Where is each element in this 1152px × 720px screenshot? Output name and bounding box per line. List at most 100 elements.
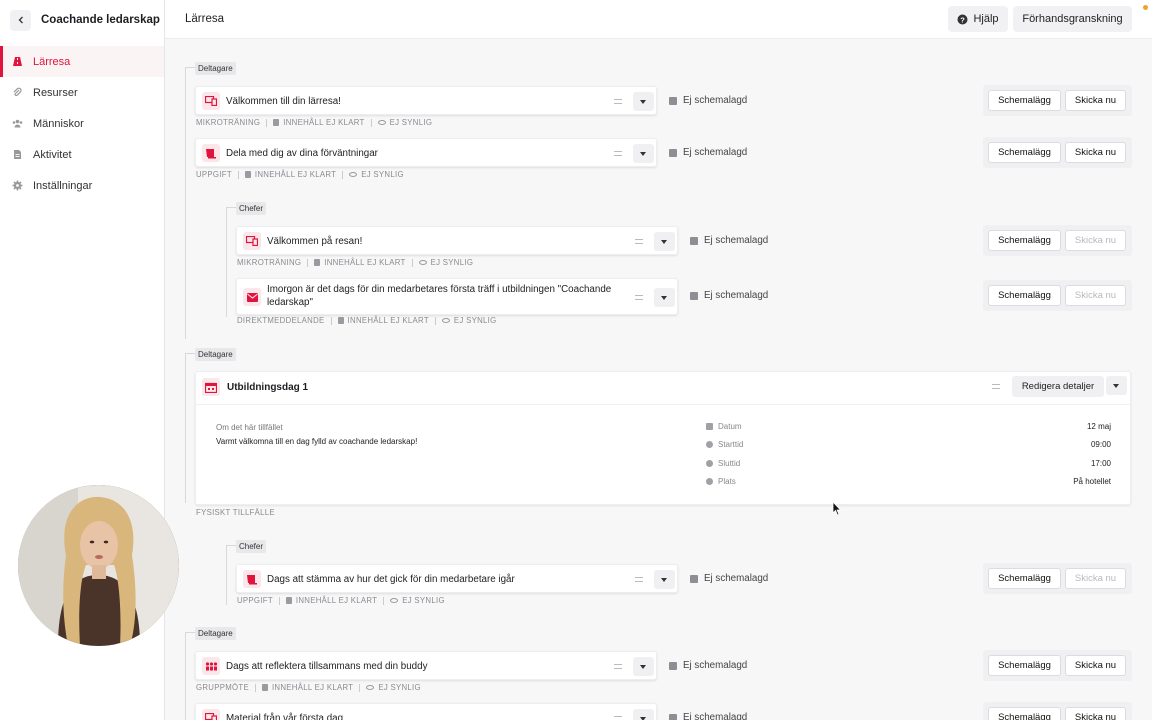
calendar-icon xyxy=(669,148,677,157)
clock-icon xyxy=(706,441,713,448)
item-title: Dags att stämma av hur det gick för din … xyxy=(267,574,515,585)
connector-line xyxy=(185,353,186,503)
connector-line xyxy=(185,67,186,339)
journey-item-card[interactable]: Dags att stämma av hur det gick för din … xyxy=(236,564,678,593)
schedule-button[interactable]: Schemalägg xyxy=(988,655,1061,676)
connector-line xyxy=(185,353,195,354)
journey-item-card[interactable]: Välkommen på resan! xyxy=(236,226,678,255)
help-button[interactable]: ? Hjälp xyxy=(948,6,1008,32)
journey-item-card[interactable]: Välkommen till din lärresa! xyxy=(195,86,657,115)
sidebar-header: Coachande ledarskap xyxy=(0,0,164,40)
sidebar-item-label: Aktivitet xyxy=(33,148,72,161)
send-now-button[interactable]: Skicka nu xyxy=(1065,707,1126,720)
notification-dot xyxy=(1143,5,1148,10)
microtraining-icon xyxy=(202,709,220,720)
calendar-icon xyxy=(690,236,698,245)
event-title: Utbildningsdag 1 xyxy=(227,382,309,393)
schedule-status: Ej schemalagd xyxy=(690,573,768,584)
drag-handle-icon[interactable] xyxy=(614,99,622,104)
calendar-icon xyxy=(690,574,698,583)
sidebar-item-aktivitet[interactable]: Aktivitet xyxy=(0,139,164,170)
expand-dropdown-button[interactable] xyxy=(654,288,675,307)
send-now-button[interactable]: Skicka nu xyxy=(1065,90,1126,111)
drag-handle-icon[interactable] xyxy=(614,664,622,669)
item-actions: Schemalägg Skicka nu xyxy=(983,650,1132,681)
journey-canvas: Deltagare Chefer Deltagare Chefer Deltag… xyxy=(165,39,1152,720)
clipboard-icon xyxy=(261,684,268,691)
drag-handle-icon[interactable] xyxy=(992,384,1000,389)
about-text: Varmt välkomna till en dag fylld av coac… xyxy=(216,437,418,446)
event-card[interactable]: Utbildningsdag 1 Redigera detaljer Om de… xyxy=(195,371,1131,505)
edit-details-button[interactable]: Redigera detaljer xyxy=(1012,376,1104,397)
journey-item-card[interactable]: Imorgon är det dags för din medarbetares… xyxy=(236,278,678,315)
journey-item-card[interactable]: Material från vår första dag xyxy=(195,703,657,720)
schedule-status: Ej schemalagd xyxy=(669,660,747,671)
connector-line xyxy=(226,207,227,317)
item-title: Material från vår första dag xyxy=(226,713,344,720)
event-calendar-icon xyxy=(202,378,220,396)
sidebar-item-label: Lärresa xyxy=(33,55,71,68)
expand-dropdown-button[interactable] xyxy=(633,657,654,676)
eye-off-icon xyxy=(441,318,450,323)
chevron-left-icon xyxy=(18,16,23,24)
drag-handle-icon[interactable] xyxy=(614,716,622,720)
eye-off-icon xyxy=(418,260,427,265)
clipboard-icon xyxy=(337,317,344,324)
clipboard-icon xyxy=(314,259,321,266)
journey-item-card[interactable]: Dags att reflektera tillsammans med din … xyxy=(195,651,657,680)
calendar-icon xyxy=(690,291,698,300)
calendar-icon xyxy=(669,661,677,670)
schedule-button[interactable]: Schemalägg xyxy=(988,230,1061,251)
sidebar-item-manniskor[interactable]: Människor xyxy=(0,108,164,139)
drag-handle-icon[interactable] xyxy=(635,239,643,244)
connector-line xyxy=(226,545,236,546)
presenter-portrait xyxy=(18,485,179,646)
location-pin-icon xyxy=(706,478,713,485)
group-tag-participants: Deltagare xyxy=(195,627,236,640)
event-meta: FYSISKT TILLFÄLLE xyxy=(196,508,275,517)
expand-dropdown-button[interactable] xyxy=(654,232,675,251)
eye-off-icon xyxy=(366,685,375,690)
course-title: Coachande ledarskap xyxy=(41,14,160,26)
item-actions: Schemalägg Skicka nu xyxy=(983,702,1132,720)
schedule-button[interactable]: Schemalägg xyxy=(988,142,1061,163)
sidebar-item-larresa[interactable]: Lärresa xyxy=(0,46,164,77)
schedule-status: Ej schemalagd xyxy=(669,95,747,106)
item-meta: GRUPPMÖTE INNEHÅLL EJ KLART EJ SYNLIG xyxy=(196,683,421,692)
connector-line xyxy=(185,632,186,720)
schedule-status: Ej schemalagd xyxy=(690,235,768,246)
schedule-button[interactable]: Schemalägg xyxy=(988,568,1061,589)
drag-handle-icon[interactable] xyxy=(614,151,622,156)
clock-icon xyxy=(706,460,713,467)
schedule-button[interactable]: Schemalägg xyxy=(988,285,1061,306)
send-now-button: Skicka nu xyxy=(1065,230,1126,251)
clipboard-icon xyxy=(285,597,292,604)
back-button[interactable] xyxy=(10,9,31,31)
drag-handle-icon[interactable] xyxy=(635,577,643,582)
page-title: Lärresa xyxy=(185,13,224,25)
item-title: Dela med dig av dina förväntningar xyxy=(226,148,378,159)
drag-handle-icon[interactable] xyxy=(635,295,643,300)
expand-dropdown-button[interactable] xyxy=(633,144,654,163)
schedule-button[interactable]: Schemalägg xyxy=(988,707,1061,720)
send-now-button[interactable]: Skicka nu xyxy=(1065,655,1126,676)
gear-icon xyxy=(12,180,23,191)
item-actions: Schemalägg Skicka nu xyxy=(983,85,1132,116)
schedule-button[interactable]: Schemalägg xyxy=(988,90,1061,111)
sidebar-item-resurser[interactable]: Resurser xyxy=(0,77,164,108)
expand-dropdown-button[interactable] xyxy=(633,92,654,111)
sidebar-item-installningar[interactable]: Inställningar xyxy=(0,170,164,201)
expand-dropdown-button[interactable] xyxy=(633,709,654,720)
preview-button[interactable]: Förhandsgranskning xyxy=(1013,6,1132,32)
journey-item-card[interactable]: Dela med dig av dina förväntningar xyxy=(195,138,657,167)
expand-dropdown-button[interactable] xyxy=(654,570,675,589)
schedule-status: Ej schemalagd xyxy=(669,712,747,720)
eye-off-icon xyxy=(377,120,386,125)
people-icon xyxy=(12,119,23,128)
microtraining-icon xyxy=(202,92,220,110)
send-now-button: Skicka nu xyxy=(1065,285,1126,306)
expand-dropdown-button[interactable] xyxy=(1106,376,1127,395)
send-now-button: Skicka nu xyxy=(1065,568,1126,589)
clipboard-icon xyxy=(273,119,280,126)
send-now-button[interactable]: Skicka nu xyxy=(1065,142,1126,163)
